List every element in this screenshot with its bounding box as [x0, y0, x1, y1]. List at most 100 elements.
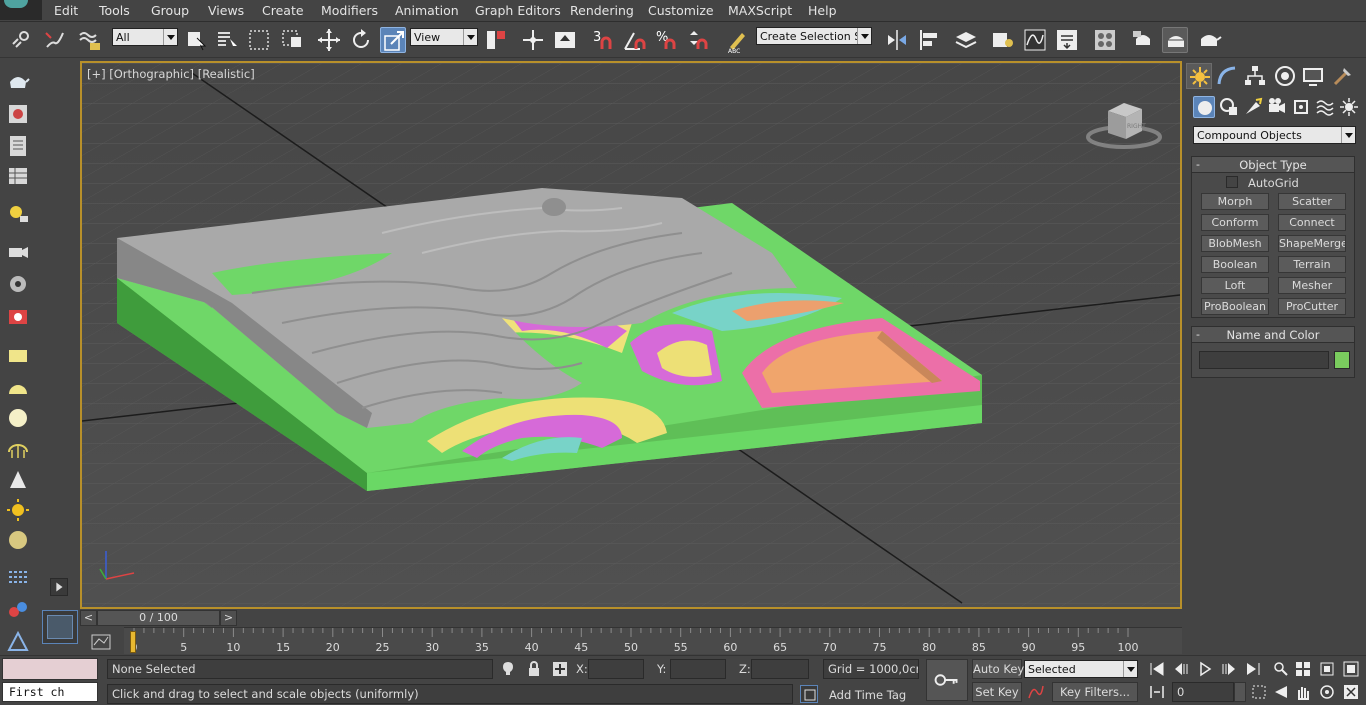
loft-button[interactable]: Loft	[1201, 277, 1269, 294]
menu-group[interactable]: Group	[151, 3, 189, 18]
teapot-icon[interactable]	[6, 70, 30, 94]
menu-graph-editors[interactable]: Graph Editors	[475, 3, 561, 18]
previous-frame-icon[interactable]	[1172, 660, 1190, 678]
bind-spacewarp-icon[interactable]	[76, 27, 102, 53]
time-slider-thumb[interactable]: 0 / 100	[97, 610, 220, 626]
menu-modifiers[interactable]: Modifiers	[321, 3, 378, 18]
menu-views[interactable]: Views	[208, 3, 244, 18]
object-type-rollout-header[interactable]: - Object Type	[1192, 157, 1354, 173]
viewport-point-of-view[interactable]: [Orthographic]	[109, 67, 194, 81]
curve-editor-icon[interactable]	[1022, 27, 1048, 53]
zoom-region-icon[interactable]	[1250, 683, 1268, 701]
angle-snap-icon[interactable]	[622, 27, 648, 53]
proboolean-button[interactable]: ProBoolean	[1201, 298, 1269, 315]
align-icon[interactable]	[916, 27, 942, 53]
application-button[interactable]	[0, 0, 42, 20]
category-dropdown[interactable]: Compound Objects	[1193, 126, 1356, 144]
hierarchy-tab[interactable]	[1242, 63, 1268, 89]
set-key-big-button[interactable]	[926, 659, 968, 701]
create-tab[interactable]	[1186, 63, 1212, 89]
connect-button[interactable]: Connect	[1278, 214, 1346, 231]
utilities-tab[interactable]	[1330, 63, 1356, 89]
field-of-view-icon[interactable]	[1272, 683, 1290, 701]
table-icon[interactable]	[6, 164, 30, 188]
expand-toolbar-button[interactable]	[50, 578, 68, 596]
sun-icon[interactable]	[6, 498, 30, 522]
render-teapot-icon[interactable]	[1196, 27, 1222, 53]
sphere-cage-icon[interactable]	[6, 438, 30, 462]
autogrid-checkbox[interactable]	[1226, 176, 1238, 188]
percent-snap-icon[interactable]: %	[654, 27, 680, 53]
open-mini-curve-editor-icon[interactable]	[90, 633, 112, 651]
rotate-icon[interactable]	[348, 27, 374, 53]
hemisphere-icon[interactable]	[6, 376, 30, 400]
menu-animation[interactable]: Animation	[395, 3, 459, 18]
frame-spinner[interactable]	[1234, 682, 1246, 702]
light-bulb-icon[interactable]	[6, 202, 30, 226]
time-slider-prev-button[interactable]: <	[80, 610, 97, 626]
snap-3d-icon[interactable]: 3	[590, 27, 616, 53]
menu-tools[interactable]: Tools	[99, 3, 130, 18]
key-filters-button[interactable]: Key Filters...	[1052, 682, 1138, 702]
terrain-button[interactable]: Terrain	[1278, 256, 1346, 273]
boolean-button[interactable]: Boolean	[1201, 256, 1269, 273]
menu-maxscript[interactable]: MAXScript	[728, 3, 792, 18]
display-tab[interactable]	[1300, 63, 1326, 89]
key-mode-dropdown[interactable]: Selected	[1024, 660, 1138, 678]
motion-tab[interactable]	[1272, 63, 1298, 89]
reference-coordinate-dropdown[interactable]: View	[410, 28, 478, 46]
pivot-icon[interactable]	[483, 27, 509, 53]
select-manipulate-icon[interactable]	[520, 27, 546, 53]
go-to-end-icon[interactable]	[1244, 660, 1262, 678]
zoom-all-icon[interactable]	[1294, 660, 1312, 678]
modify-tab[interactable]	[1214, 63, 1240, 89]
render-frame-icon[interactable]	[6, 102, 30, 126]
pan-hand-icon[interactable]	[1294, 683, 1312, 701]
edit-named-sets-icon[interactable]: ABC	[724, 27, 750, 53]
current-frame-field[interactable]: 0	[1172, 682, 1234, 702]
link-icon[interactable]	[8, 27, 34, 53]
time-slider-track[interactable]	[237, 610, 1182, 626]
helpers-category-icon[interactable]	[1290, 96, 1312, 118]
menu-create[interactable]: Create	[262, 3, 304, 18]
object-color-swatch[interactable]	[1334, 351, 1350, 369]
material-editor-icon[interactable]	[1092, 27, 1118, 53]
isolate-selection-icon[interactable]	[499, 660, 517, 678]
maxscript-mini-listener-top[interactable]	[2, 658, 98, 680]
move-icon[interactable]	[316, 27, 342, 53]
viewport-label[interactable]: [+] [Orthographic] [Realistic]	[87, 67, 255, 81]
list-icon[interactable]	[6, 134, 30, 158]
menu-customize[interactable]: Customize	[648, 3, 714, 18]
z-coordinate-field[interactable]	[751, 659, 809, 679]
next-frame-icon[interactable]	[1220, 660, 1238, 678]
go-to-start-icon[interactable]	[1148, 660, 1166, 678]
set-key-button[interactable]: Set Key	[972, 682, 1022, 702]
unlink-icon[interactable]	[42, 27, 68, 53]
shapes-category-icon[interactable]	[1218, 96, 1240, 118]
menu-edit[interactable]: Edit	[54, 3, 78, 18]
morph-button[interactable]: Morph	[1201, 193, 1269, 210]
current-frame-marker[interactable]	[130, 631, 136, 653]
layer-explorer-icon[interactable]	[953, 27, 979, 53]
maxscript-mini-listener-input[interactable]: First ch	[2, 682, 98, 702]
camera-icon[interactable]	[6, 240, 30, 264]
viewcube[interactable]: RIGHT	[1086, 99, 1162, 151]
mesher-button[interactable]: Mesher	[1278, 277, 1346, 294]
x-coordinate-field[interactable]	[588, 659, 644, 679]
mirror-icon[interactable]	[884, 27, 910, 53]
helper-icon[interactable]	[6, 630, 30, 654]
speaker-icon[interactable]	[6, 272, 30, 296]
plane-icon[interactable]	[6, 344, 30, 368]
selection-filter-dropdown[interactable]: All	[112, 28, 178, 46]
auto-key-button[interactable]: Auto Key	[972, 659, 1024, 679]
spinner-snap-icon[interactable]	[686, 27, 712, 53]
blobmesh-button[interactable]: BlobMesh	[1201, 235, 1269, 252]
key-mode-toggle-icon[interactable]	[1148, 683, 1166, 701]
absolute-transform-icon[interactable]	[551, 660, 569, 678]
procutter-button[interactable]: ProCutter	[1278, 298, 1346, 315]
viewport-menu-plus[interactable]: [+]	[87, 67, 106, 81]
rectangle-selection-icon[interactable]	[246, 27, 272, 53]
default-in-out-tangent-icon[interactable]	[1027, 683, 1045, 701]
viewport-shading-mode[interactable]: [Realistic]	[198, 67, 255, 81]
keyboard-shortcut-icon[interactable]	[552, 27, 578, 53]
